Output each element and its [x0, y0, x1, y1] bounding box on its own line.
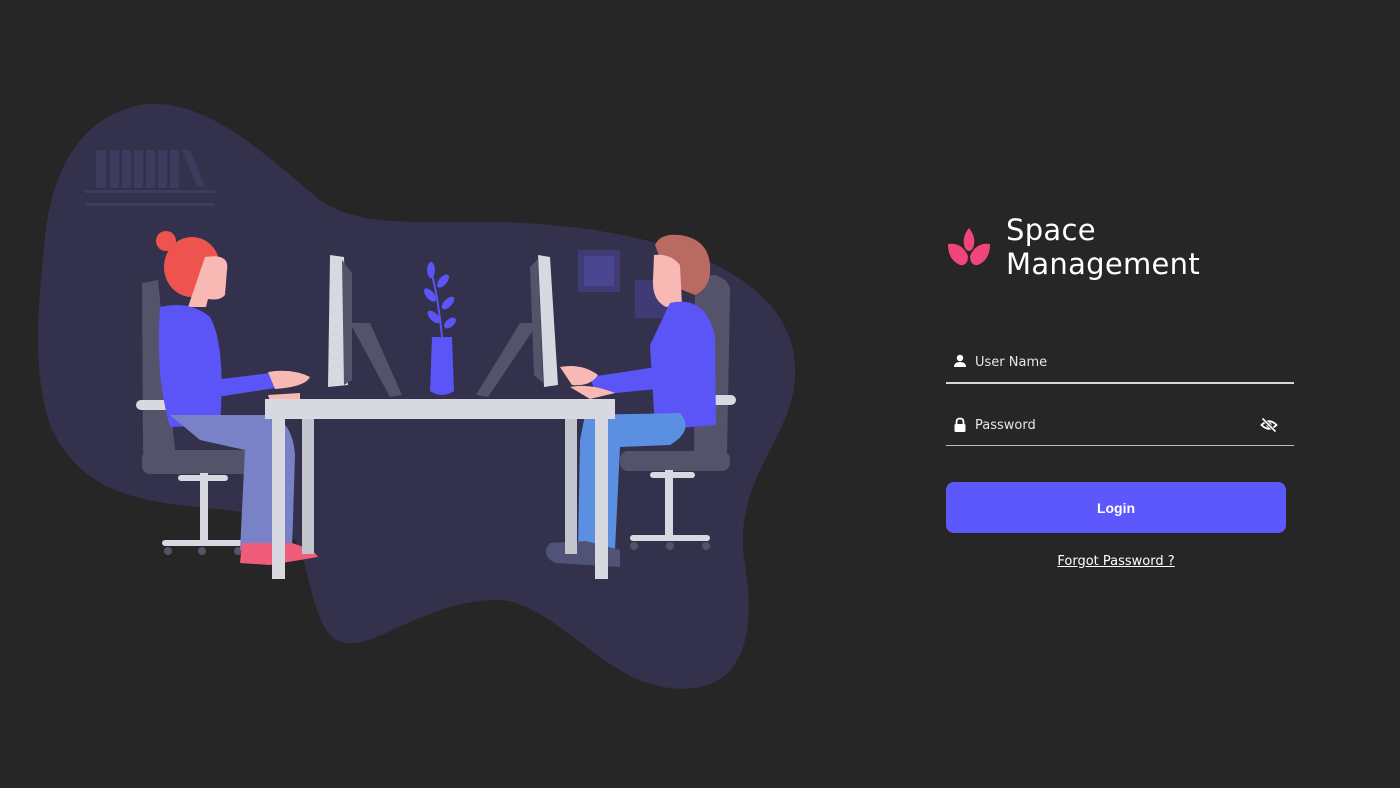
- lotus-icon: [946, 224, 992, 270]
- office-illustration: [30, 95, 810, 705]
- brand-header: Space Management: [946, 213, 1294, 281]
- password-input[interactable]: [975, 410, 1260, 440]
- username-field: [946, 342, 1294, 384]
- lock-icon: [953, 417, 969, 433]
- eye-off-icon[interactable]: [1260, 416, 1278, 434]
- password-field: [946, 405, 1294, 446]
- login-button[interactable]: Login: [946, 482, 1286, 533]
- login-panel: Space Management Login Forgot Password ?: [946, 213, 1294, 569]
- username-input[interactable]: [975, 347, 1294, 377]
- user-icon: [953, 354, 969, 370]
- forgot-password-link[interactable]: Forgot Password ?: [946, 554, 1286, 569]
- app-title: Space Management: [1006, 213, 1201, 281]
